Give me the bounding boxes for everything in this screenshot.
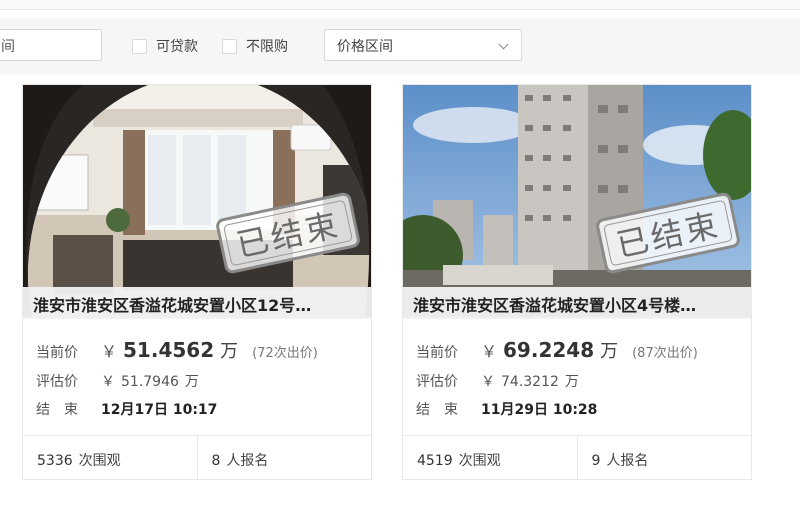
bid-count: (87次出价) <box>632 346 698 361</box>
unlimited-purchase-checkbox[interactable]: 不限购 <box>222 35 288 57</box>
listing-photo-building[interactable]: 已结束 <box>403 85 751 317</box>
end-time-label: 结 束 <box>36 402 78 418</box>
price-range-select[interactable]: 价格区间 <box>324 29 522 61</box>
unlimited-purchase-checkbox-box[interactable] <box>222 38 237 54</box>
signup-count-number: 9 <box>591 453 601 469</box>
listing-info: 当前价 ￥ 51.4562 万 (72次出价) 评估价 ￥ 51.7946 万 … <box>36 337 366 419</box>
currency-symbol: ￥ <box>481 374 495 390</box>
appraised-price: 51.7946 <box>121 374 179 390</box>
chevron-down-icon <box>498 39 509 50</box>
listing-title[interactable]: 淮安市淮安区香溢花城安置小区4号楼… <box>403 287 751 319</box>
signup-count-label: 人报名 <box>226 453 269 469</box>
price-unit: 万 <box>220 341 239 362</box>
currency-symbol: ￥ <box>101 374 115 390</box>
listing-photo-interior[interactable]: 已结束 <box>23 85 371 317</box>
signup-count-number: 8 <box>211 453 221 469</box>
end-time: 11月29日 10:28 <box>481 402 598 418</box>
filter-bar: 间 可贷款 不限购 价格区间 <box>0 18 800 74</box>
listing-card[interactable]: 已结束 淮安市淮安区香溢花城安置小区4号楼… 当前价 ￥ 69.2248 万 (… <box>402 84 752 480</box>
bid-count: (72次出价) <box>252 346 318 361</box>
price-range-label: 价格区间 <box>337 39 393 55</box>
view-count: 5336 次围观 <box>23 436 197 480</box>
listing-info: 当前价 ￥ 69.2248 万 (87次出价) 评估价 ￥ 74.3212 万 … <box>416 337 746 419</box>
price-unit: 万 <box>600 341 619 362</box>
signup-count: 8 人报名 <box>196 436 372 480</box>
current-price-label: 当前价 <box>36 345 78 361</box>
view-count: 4519 次围观 <box>403 436 577 480</box>
loanable-label: 可贷款 <box>156 39 198 55</box>
currency-symbol: ￥ <box>101 342 118 361</box>
loanable-checkbox[interactable]: 可贷款 <box>132 35 198 57</box>
range-input[interactable]: 间 <box>0 29 102 61</box>
listing-stats: 4519 次围观 9 人报名 <box>403 435 751 480</box>
signup-count-label: 人报名 <box>606 453 649 469</box>
view-count-label: 次围观 <box>458 453 501 469</box>
view-count-number: 5336 <box>37 453 73 469</box>
currency-symbol: ￥ <box>481 342 498 361</box>
end-time-label: 结 束 <box>416 402 458 418</box>
unlimited-purchase-label: 不限购 <box>246 39 288 55</box>
end-time: 12月17日 10:17 <box>101 402 218 418</box>
appraised-price: 74.3212 <box>501 374 559 390</box>
listing-stats: 5336 次围观 8 人报名 <box>23 435 371 480</box>
price-unit: 万 <box>184 374 199 390</box>
signup-count: 9 人报名 <box>576 436 752 480</box>
current-price: 51.4562 <box>123 338 215 362</box>
current-price: 69.2248 <box>503 338 595 362</box>
listing-card[interactable]: 已结束 淮安市淮安区香溢花城安置小区12号… 当前价 ￥ 51.4562 万 (… <box>22 84 372 480</box>
top-divider <box>0 0 800 10</box>
view-count-label: 次围观 <box>78 453 121 469</box>
appraised-price-label: 评估价 <box>36 374 78 390</box>
price-unit: 万 <box>564 374 579 390</box>
current-price-label: 当前价 <box>416 345 458 361</box>
view-count-number: 4519 <box>417 453 453 469</box>
listing-title[interactable]: 淮安市淮安区香溢花城安置小区12号… <box>23 287 371 319</box>
loanable-checkbox-box[interactable] <box>132 38 147 54</box>
appraised-price-label: 评估价 <box>416 374 458 390</box>
